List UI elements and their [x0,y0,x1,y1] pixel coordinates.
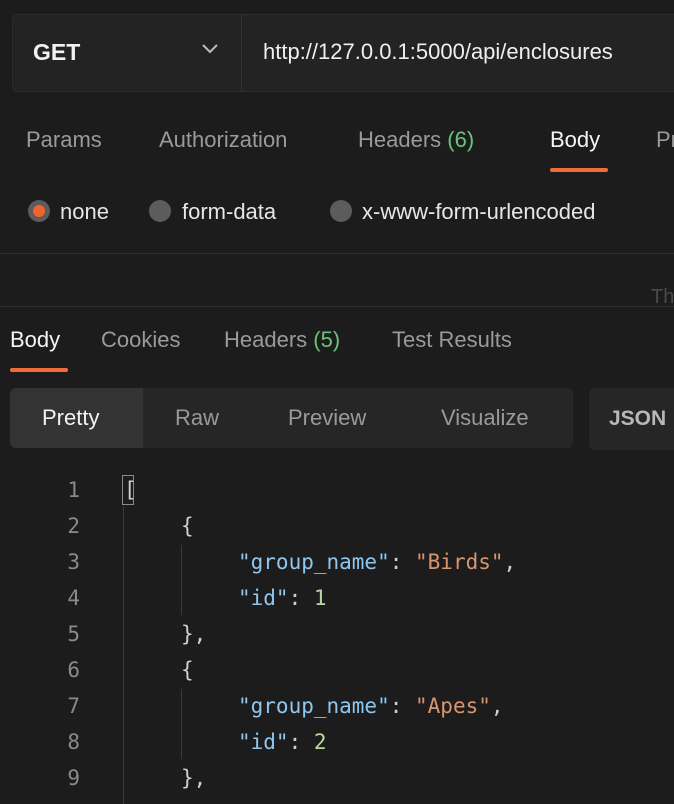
json-colon: : [288,586,314,610]
radio-urlencoded-label: x-www-form-urlencoded [362,199,596,224]
tab-body[interactable]: Body [550,127,600,153]
indent-guide [123,506,124,804]
json-number: 1 [313,586,327,610]
radio-none[interactable] [28,200,50,222]
format-label: JSON [609,407,667,430]
tab-pre-request[interactable]: Pr [656,127,674,153]
tab-authorization[interactable]: Authorization [159,127,287,153]
response-tab-body[interactable]: Body [10,327,60,353]
line-number: 1 [67,478,80,502]
response-tab-cookies[interactable]: Cookies [101,327,180,353]
json-colon: : [288,730,314,754]
radio-form-data-label: form-data [182,199,277,224]
tab-body-underline [550,168,608,172]
json-colon: : [389,694,416,718]
json-key: "id" [238,730,289,754]
code-line: { [181,514,194,538]
json-number: 2 [313,730,327,754]
response-tab-headers-count: (5) [313,327,341,352]
method-label: GET [33,39,81,65]
response-tab-headers-label: Headers [224,327,308,352]
tab-params[interactable]: Params [26,127,102,153]
code-line: }, [181,622,207,646]
json-comma: , [503,550,517,574]
code-line: "group_name": "Birds", [238,550,516,574]
tab-headers[interactable]: Headers (6) [358,127,474,153]
code-line: [ [124,478,137,502]
line-number: 4 [67,586,80,610]
json-key: "id" [238,586,289,610]
response-tab-headers[interactable]: Headers (5) [224,327,340,353]
code-line: }, [181,766,207,790]
radio-none-label: none [60,199,109,224]
indent-guide [181,545,182,615]
url-text: http://127.0.0.1:5000/api/enclosures [263,39,613,64]
radio-form-data[interactable] [149,200,171,222]
pane-resize-handle[interactable] [0,306,674,307]
line-number: 7 [67,694,80,718]
tab-headers-count: (6) [447,127,475,152]
code-line: "id": 2 [238,730,327,754]
code-line: "group_name": "Apes", [238,694,504,718]
radio-urlencoded[interactable] [330,200,352,222]
code-line: { [181,658,194,682]
json-string: "Apes" [415,694,491,718]
response-tab-test-results[interactable]: Test Results [392,327,512,353]
json-key: "group_name" [238,694,390,718]
line-number: 5 [67,622,80,646]
view-raw-button[interactable]: Raw [175,405,219,431]
response-tab-body-underline [10,368,68,372]
chevron-down-icon[interactable] [200,42,220,56]
json-comma: , [490,694,504,718]
view-preview-button[interactable]: Preview [288,405,366,431]
tab-headers-label: Headers [358,127,442,152]
line-number: 6 [67,658,80,682]
view-pretty-button[interactable]: Pretty [42,405,99,431]
json-string: "Birds" [415,550,504,574]
line-number: 9 [67,766,80,790]
json-key: "group_name" [238,550,390,574]
line-number: 2 [67,514,80,538]
json-colon: : [389,550,416,574]
divider [0,253,674,254]
line-number: 8 [67,730,80,754]
indent-guide [181,689,182,759]
view-visualize-button[interactable]: Visualize [441,405,529,431]
code-line: "id": 1 [238,586,327,610]
line-number: 3 [67,550,80,574]
